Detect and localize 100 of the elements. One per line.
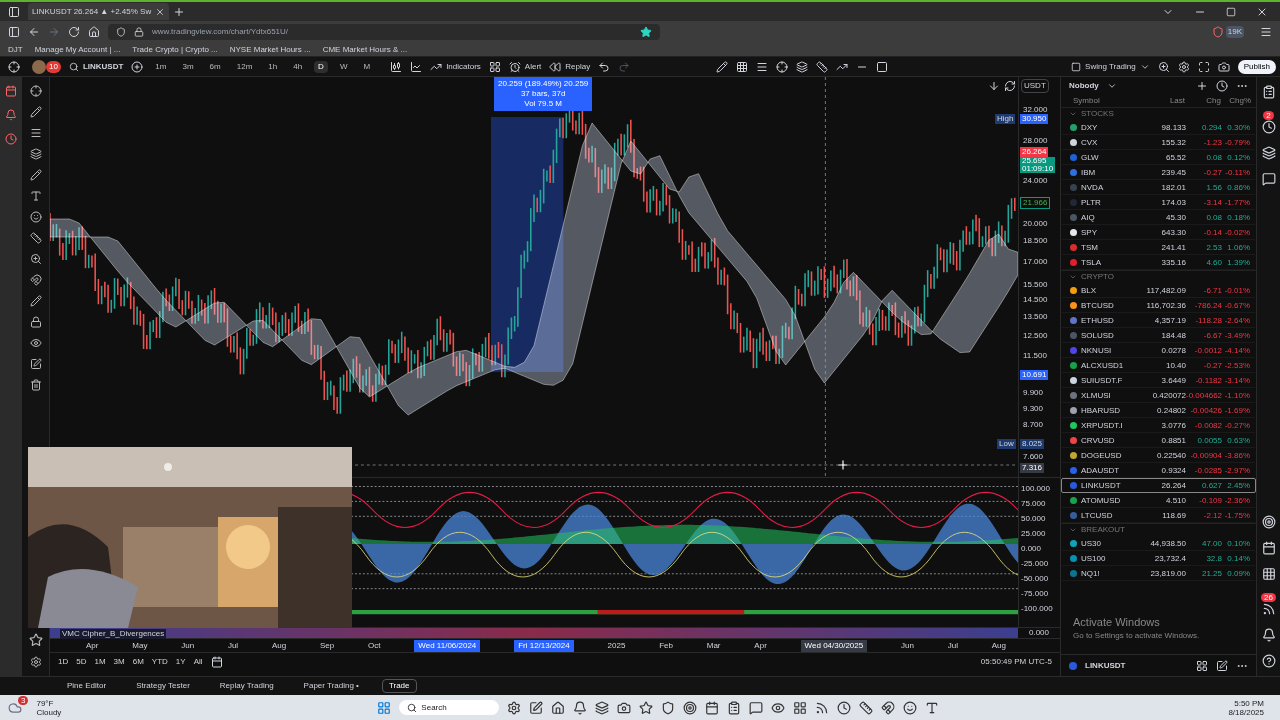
watchlist-row[interactable]: TSM 241.41 2.53 1.06%	[1061, 240, 1256, 255]
taskbar-app-icon[interactable]	[683, 700, 698, 715]
interval-tab[interactable]: 12m	[232, 60, 257, 73]
column-header[interactable]: Chg%	[1221, 95, 1251, 107]
taskbar-app-icon[interactable]	[727, 700, 742, 715]
settings-icon[interactable]	[29, 656, 42, 668]
taskbar-app-icon[interactable]	[507, 700, 522, 715]
watchlist-row[interactable]: ETHUSD 4,357.19 -118.28 -2.64%	[1061, 313, 1256, 328]
drawing-tool-icon[interactable]	[736, 60, 749, 73]
taskbar-app-icon[interactable]	[837, 700, 852, 715]
bottom-panel-tab[interactable]: Replay Trading	[212, 679, 281, 693]
section-header[interactable]: BREAKOUT	[1081, 524, 1125, 536]
extension-icon[interactable]	[1211, 26, 1224, 38]
taskbar-app-icon[interactable]	[661, 700, 676, 715]
taskbar-app-icon[interactable]	[551, 700, 566, 715]
chat-icon[interactable]	[1261, 172, 1276, 186]
column-header[interactable]: Last	[1135, 95, 1185, 107]
layout-button[interactable]: Swing Trading	[1071, 60, 1150, 73]
camera-icon[interactable]	[1217, 60, 1230, 73]
watchlist-row[interactable]: SOLUSD 184.48 -6.67 -3.49%	[1061, 328, 1256, 343]
bottom-panel-tab[interactable]: Pine Editor	[60, 679, 114, 693]
taskbar-app-icon[interactable]	[639, 700, 654, 715]
interval-tab[interactable]: 4h	[289, 60, 307, 73]
chart-tool-icon[interactable]	[29, 253, 42, 265]
chart-tool-icon[interactable]	[29, 379, 42, 391]
watchlist-row[interactable]: PLTR 174.03 -3.14 -1.77%	[1061, 195, 1256, 210]
fullscreen-icon[interactable]	[1197, 60, 1210, 73]
watchlist-row[interactable]: NQ1! 23,819.00 21.25 0.09%	[1061, 566, 1256, 581]
undo-icon[interactable]	[598, 60, 611, 73]
edit-icon[interactable]	[1216, 659, 1228, 672]
chevron-down-icon[interactable]	[1106, 81, 1117, 91]
interval-tab[interactable]: W	[335, 60, 352, 73]
taskbar-app-icon[interactable]	[903, 700, 918, 715]
watchlist-row[interactable]: NKNUSI 0.0278 -0.0012 -4.14%	[1061, 343, 1256, 358]
indicators-button[interactable]: Indicators	[430, 60, 481, 73]
watchlist-row[interactable]: CVX 155.32 -1.23 -0.79%	[1061, 135, 1256, 150]
range-button[interactable]: 1Y	[175, 656, 186, 668]
bookmark-link[interactable]: DJT	[8, 43, 23, 56]
watchlist-row[interactable]: HBARUSD 0.24802 -0.00426 -1.69%	[1061, 403, 1256, 418]
collapse-icon[interactable]	[1069, 273, 1077, 281]
interval-tab[interactable]: 1m	[151, 60, 171, 73]
taskbar-app-icon[interactable]	[881, 700, 896, 715]
drawing-tool-icon[interactable]	[876, 60, 889, 73]
range-button[interactable]: 5D	[76, 656, 87, 668]
add-symbol-icon[interactable]	[131, 60, 144, 73]
watchlist-row[interactable]: US100 23,732.4 32.8 0.14%	[1061, 551, 1256, 566]
bottom-panel-tab[interactable]: Trade	[381, 679, 417, 693]
start-icon[interactable]	[377, 700, 392, 715]
interval-tab[interactable]: 3m	[178, 60, 198, 73]
alert-button[interactable]: Alert	[508, 60, 542, 73]
browser-tab[interactable]: LINKUSDT 26.264 ▲ +2.45% Sw	[28, 3, 170, 20]
redo-icon[interactable]	[618, 60, 631, 73]
watchlist-row[interactable]: US30 44,938.50 47.00 0.10%	[1061, 536, 1256, 551]
drawing-tool-icon[interactable]	[816, 60, 829, 73]
chart-tool-icon[interactable]	[29, 358, 42, 370]
watchlist-row[interactable]: XRPUSDT.I 3.0776 -0.0082 -0.27%	[1061, 418, 1256, 433]
column-header[interactable]: Symbol	[1065, 95, 1135, 107]
range-button[interactable]: 3M	[113, 656, 125, 668]
footer-symbol[interactable]: LINKUSDT	[1085, 659, 1126, 672]
alerts-icon[interactable]	[1261, 120, 1276, 134]
symbol-search[interactable]: LINKUSDT	[68, 60, 124, 73]
chart-tool-icon[interactable]	[29, 85, 42, 97]
avatar[interactable]	[32, 59, 46, 74]
watchlist-row[interactable]: LINKUSDT 26.264 0.627 2.45%	[1061, 478, 1256, 493]
drawing-tool-icon[interactable]	[776, 60, 789, 73]
maximize-icon[interactable]	[1226, 6, 1236, 17]
taskbar-app-icon[interactable]	[925, 700, 940, 715]
address-field[interactable]: www.tradingview.com/chart/Ydtx651U/	[108, 24, 660, 40]
drawing-tool-icon[interactable]	[716, 60, 729, 73]
watchlist-row[interactable]: BTCUSD 116,702.36 -786.24 -0.67%	[1061, 298, 1256, 313]
zoom-icon[interactable]	[1157, 60, 1170, 73]
watchlist-row[interactable]: ATOMUSD 4.510 -0.109 -2.36%	[1061, 493, 1256, 508]
taskbar-app-icon[interactable]	[793, 700, 808, 715]
watchlist-row[interactable]: IBM 239.45 -0.27 -0.11%	[1061, 165, 1256, 180]
chart-type-icon[interactable]	[410, 60, 423, 73]
candlestick-icon[interactable]	[390, 60, 403, 73]
watchlist-row[interactable]: XLMUSI 0.420072-0.004662 -1.10%	[1061, 388, 1256, 403]
chart-tool-icon[interactable]	[29, 316, 42, 328]
menu-icon[interactable]	[1260, 26, 1272, 38]
range-button[interactable]: All	[193, 656, 203, 668]
refresh-icon[interactable]	[1004, 80, 1016, 92]
column-header[interactable]: Chg	[1185, 95, 1221, 107]
chart-tool-icon[interactable]	[29, 274, 42, 286]
range-button[interactable]: 1M	[94, 656, 106, 668]
watchlist-row[interactable]: SPY 643.30 -0.14 -0.02%	[1061, 225, 1256, 240]
replay-button[interactable]: Replay	[549, 60, 591, 73]
bookmark-link[interactable]: Manage My Account | ...	[34, 43, 121, 56]
taskbar-app-icon[interactable]	[529, 700, 544, 715]
chart-tool-icon[interactable]	[29, 232, 42, 244]
drawing-tool-icon[interactable]	[796, 60, 809, 73]
target-icon[interactable]	[1261, 515, 1276, 529]
watchlist-row[interactable]: DOGEUSD 0.22540 -0.00904 -3.86%	[1061, 448, 1256, 463]
section-header[interactable]: STOCKS	[1081, 108, 1114, 120]
taskbar-app-icon[interactable]	[617, 700, 632, 715]
watchlist-icon[interactable]	[1261, 85, 1276, 99]
range-button[interactable]: YTD	[151, 656, 168, 668]
watchlist-row[interactable]: GLW 65.52 0.08 0.12%	[1061, 150, 1256, 165]
watchlist-row[interactable]: ADAUSDT 0.9324 -0.0285 -2.97%	[1061, 463, 1256, 478]
browser-sidebar-icon[interactable]	[5, 133, 17, 145]
watchlist-row[interactable]: NVDA 182.01 1.56 0.86%	[1061, 180, 1256, 195]
